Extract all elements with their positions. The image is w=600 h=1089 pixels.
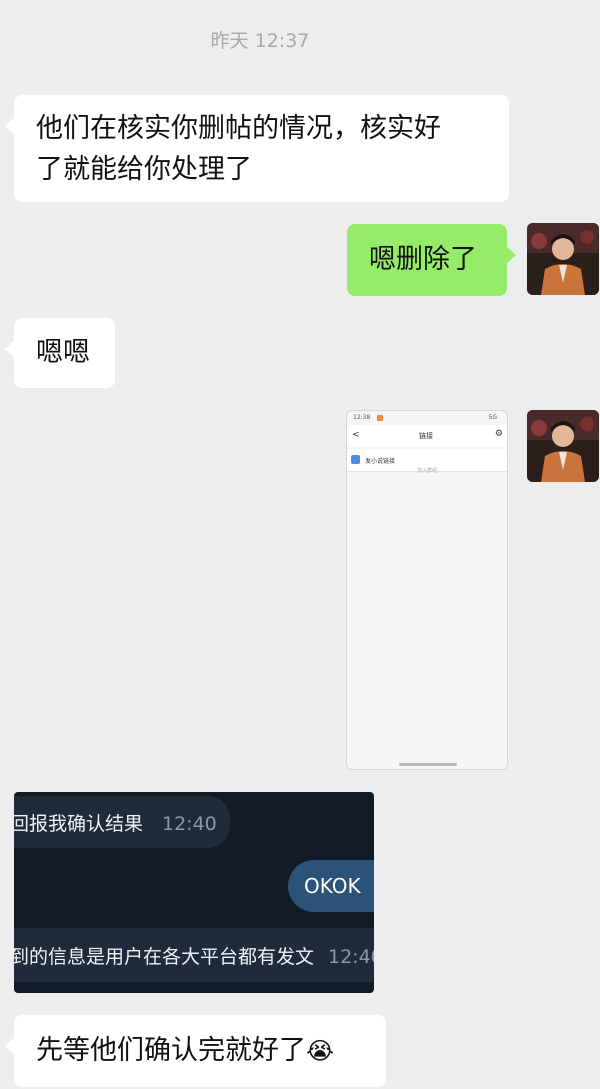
- person-avatar-icon: [527, 410, 599, 482]
- dark-chat-bubble-incoming: 回报我确认结果 12:40: [14, 796, 230, 848]
- notification-icon: [377, 415, 383, 421]
- message-bubble-outgoing[interactable]: 嗯删除了: [347, 224, 516, 296]
- message-bubble-incoming[interactable]: 他们在核实你删帖的情况，核实好 了就能给你处理了: [5, 95, 509, 202]
- phone-nav-title: 链接: [419, 432, 433, 440]
- user-avatar[interactable]: [527, 410, 599, 482]
- message-text: 先等他们确认完就好了: [36, 1035, 306, 1066]
- dark-chat-text: 回报我确认结果: [14, 813, 144, 835]
- crying-laughing-emoji-icon: 😭: [306, 1037, 335, 1065]
- message-bubble-incoming[interactable]: 嗯嗯: [5, 318, 115, 388]
- dark-chat-text: 到的信息是用户在各大平台都有发文: [14, 946, 315, 968]
- message-text-row: 先等他们确认完就好了😭: [36, 1031, 334, 1071]
- settings-gear-icon: ⚙: [494, 429, 503, 439]
- phone-nav-bar: < 链接 ⚙: [347, 425, 507, 447]
- phone-hint-text: 加入群组: [416, 468, 437, 474]
- image-message-phone-screenshot[interactable]: 12:38 5G < 链接 ⚙ 发小说链接 加入群组: [346, 410, 508, 770]
- phone-row-label: 发小说链接: [365, 458, 396, 465]
- dark-chat-bubble-incoming: 到的信息是用户在各大平台都有发文 12:40: [14, 928, 374, 982]
- phone-status-time: 12:38: [353, 414, 371, 421]
- chat-timestamp: 昨天 12:37: [210, 30, 310, 52]
- user-avatar[interactable]: [527, 223, 599, 295]
- dark-chat-bubble-outgoing: OKOK: [288, 860, 374, 912]
- message-text-line: 他们在核实你删帖的情况，核实好: [36, 113, 441, 144]
- message-text-line: 了就能给你处理了: [36, 154, 252, 185]
- image-message-dark-chat-screenshot[interactable]: 回报我确认结果 12:40 OKOK 到的信息是用户在各大平台都有发文 12:4…: [14, 792, 374, 993]
- link-app-icon: [351, 455, 360, 464]
- person-avatar-icon: [527, 223, 599, 295]
- message-text: 嗯删除了: [369, 244, 477, 275]
- phone-status-bar: 12:38 5G: [347, 411, 507, 425]
- dark-chat-time: 12:40: [162, 813, 217, 835]
- phone-home-indicator: [399, 763, 457, 766]
- back-arrow-icon: <: [352, 430, 360, 440]
- phone-status-network: 5G: [488, 414, 497, 421]
- dark-chat-time: 12:40: [328, 946, 374, 968]
- dark-chat-text: OKOK: [304, 874, 361, 898]
- message-text: 嗯嗯: [36, 337, 90, 368]
- message-bubble-incoming[interactable]: 先等他们确认完就好了😭: [5, 1015, 386, 1087]
